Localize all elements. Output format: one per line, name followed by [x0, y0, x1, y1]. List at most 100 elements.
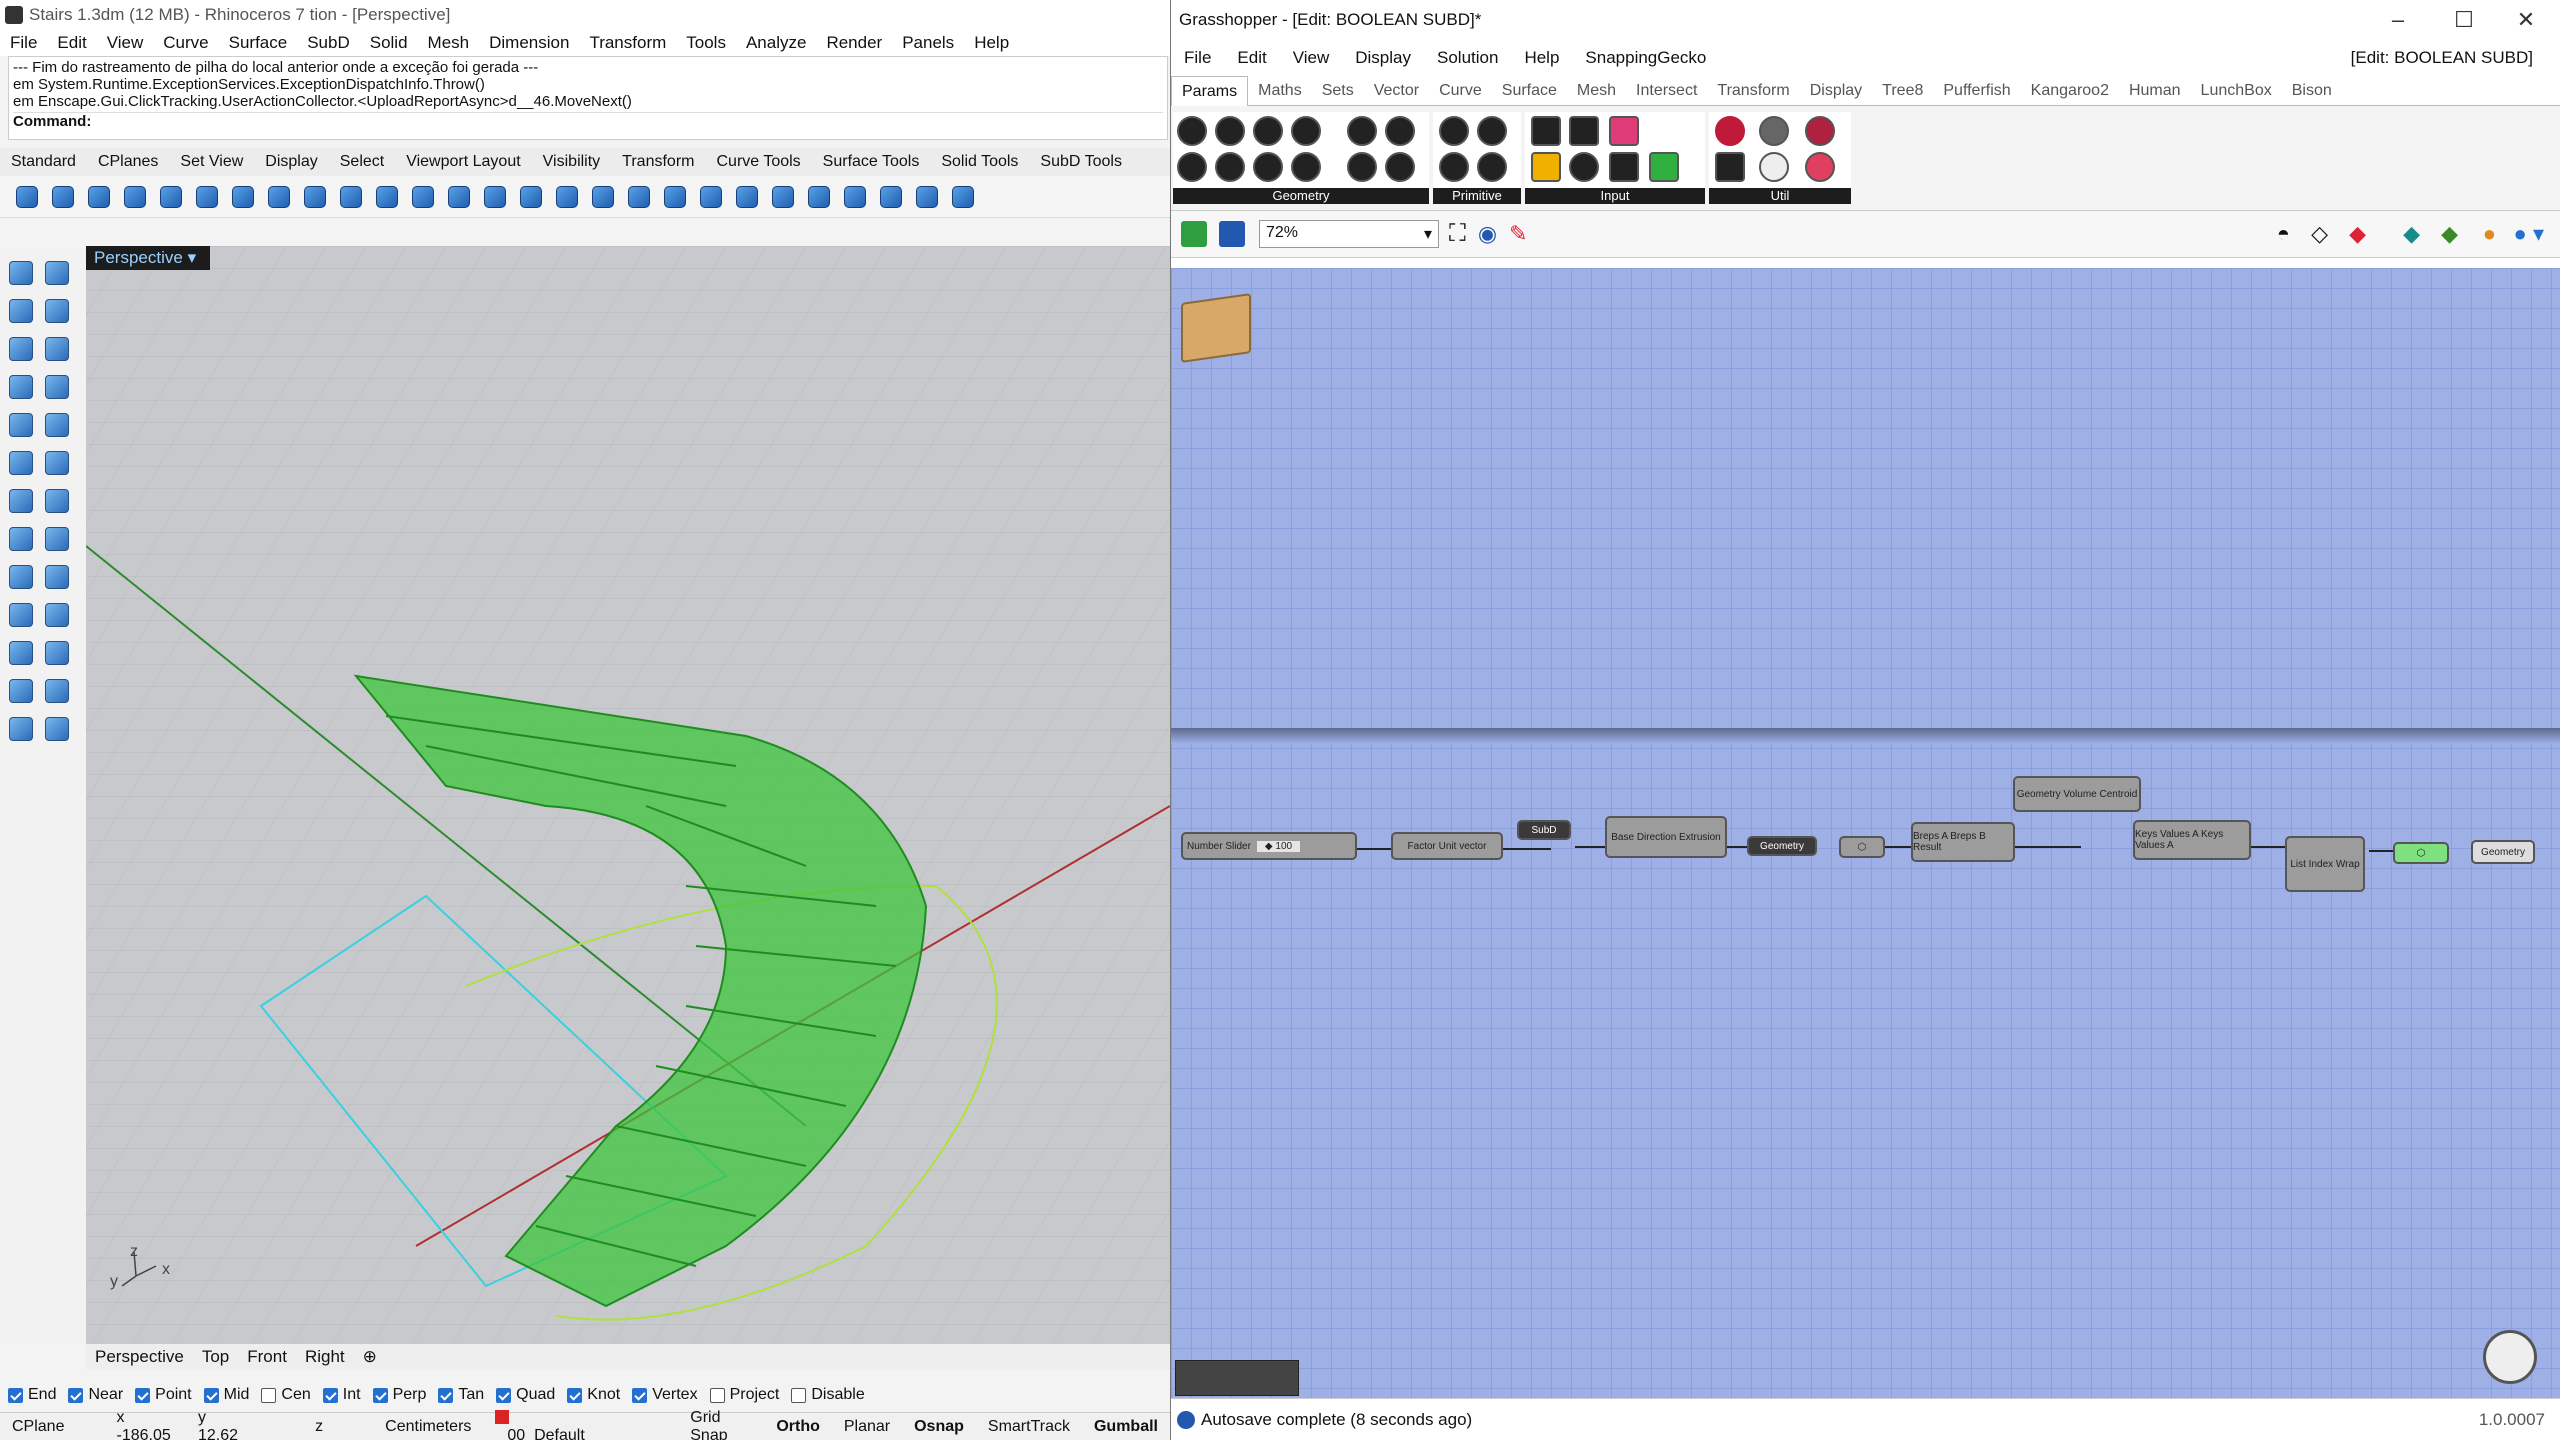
text-icon[interactable] — [42, 676, 72, 706]
gh-tab-bison[interactable]: Bison — [2282, 82, 2342, 100]
rotate-icon[interactable] — [42, 638, 72, 668]
ribbon-group-label[interactable]: Input — [1525, 188, 1705, 204]
loft-icon[interactable] — [408, 182, 438, 212]
subd-param[interactable]: SubD — [1517, 820, 1571, 840]
osnap-near[interactable]: Near — [68, 1386, 123, 1404]
number-param-icon[interactable] — [1439, 152, 1469, 182]
gh-menu-solution[interactable]: Solution — [1424, 48, 1511, 68]
viewport-tab-top[interactable]: Top — [193, 1347, 238, 1367]
menu-view[interactable]: View — [97, 33, 154, 53]
menu-tools[interactable]: Tools — [676, 33, 736, 53]
units-indicator[interactable]: Centimeters — [335, 1418, 483, 1436]
menu-render[interactable]: Render — [816, 33, 892, 53]
menu-surface[interactable]: Surface — [219, 33, 298, 53]
blend-icon[interactable] — [42, 486, 72, 516]
checkbox-icon[interactable] — [261, 1387, 277, 1403]
tab-display[interactable]: Display — [254, 153, 328, 171]
tab-visibility[interactable]: Visibility — [532, 153, 612, 171]
geometry-param-icon[interactable] — [1177, 116, 1207, 146]
trim-icon[interactable] — [42, 524, 72, 554]
ellipsoid-icon[interactable] — [228, 182, 258, 212]
properties-icon[interactable] — [42, 296, 72, 326]
menu-solid[interactable]: Solid — [360, 33, 418, 53]
menu-file[interactable]: File — [0, 33, 47, 53]
gh-document-label[interactable]: [Edit: BOOLEAN SUBD] — [2338, 48, 2546, 68]
patch-icon[interactable] — [516, 182, 546, 212]
tab-curve-tools[interactable]: Curve Tools — [705, 153, 811, 171]
checkbox-icon[interactable] — [791, 1387, 807, 1403]
tab-viewport-layout[interactable]: Viewport Layout — [395, 153, 531, 171]
osnap-toggle[interactable]: Osnap — [902, 1418, 976, 1436]
plugin-icon[interactable]: ◆ — [2441, 221, 2458, 247]
revolve-icon[interactable] — [480, 182, 510, 212]
open-file-icon[interactable] — [1181, 221, 1207, 247]
add-viewport-icon[interactable]: ⊕ — [354, 1347, 386, 1367]
integer-param-icon[interactable] — [1477, 116, 1507, 146]
viewport-scene[interactable]: y z x — [86, 246, 1170, 1344]
plane-param-icon[interactable] — [1215, 152, 1245, 182]
vector-param-icon[interactable] — [1253, 152, 1283, 182]
fillet-icon[interactable] — [336, 182, 366, 212]
box-icon[interactable] — [12, 182, 42, 212]
snap-icon[interactable] — [768, 182, 798, 212]
point-param-icon[interactable] — [1291, 152, 1321, 182]
checkbox-icon[interactable] — [135, 1387, 151, 1403]
line-param-icon[interactable] — [1177, 152, 1207, 182]
menu-panels[interactable]: Panels — [892, 33, 964, 53]
copy-icon[interactable] — [42, 600, 72, 630]
canvas-split-divider[interactable] — [1171, 728, 2560, 744]
osnap-perp[interactable]: Perp — [372, 1386, 426, 1404]
tab-set-view[interactable]: Set View — [169, 153, 254, 171]
gh-tab-maths[interactable]: Maths — [1248, 82, 1312, 100]
move-icon[interactable] — [6, 600, 36, 630]
gh-tab-lunchbox[interactable]: LunchBox — [2191, 82, 2282, 100]
viewport-title[interactable]: Perspective ▾ — [86, 246, 210, 270]
checkbox-icon[interactable] — [203, 1387, 219, 1403]
slider-track[interactable]: ◆ 100 — [1256, 840, 1301, 852]
cylinder-icon[interactable] — [156, 182, 186, 212]
shaded-preview-icon[interactable]: ◆ — [2349, 221, 2366, 247]
command-history[interactable]: --- Fim do rastreamento de pilha do loca… — [8, 56, 1168, 140]
unlock-icon[interactable] — [42, 714, 72, 744]
gh-menu-snappinggecko[interactable]: SnappingGecko — [1572, 48, 1719, 68]
boolean-difference-icon[interactable] — [624, 182, 654, 212]
volume-component[interactable]: Geometry Volume Centroid — [2013, 776, 2141, 812]
solid-icon[interactable] — [6, 372, 36, 402]
smarttrack-toggle[interactable]: SmartTrack — [976, 1418, 1082, 1436]
menu-analyze[interactable]: Analyze — [736, 33, 816, 53]
gh-tab-curve[interactable]: Curve — [1429, 82, 1492, 100]
gumball-toggle[interactable]: Gumball — [1082, 1418, 1170, 1436]
osnap-tan[interactable]: Tan — [438, 1386, 484, 1404]
gh-menu-help[interactable]: Help — [1511, 48, 1572, 68]
tab-cplanes[interactable]: CPlanes — [87, 153, 169, 171]
osnap-project[interactable]: Project — [709, 1386, 779, 1404]
sweep-icon[interactable] — [42, 448, 72, 478]
boolean-union-icon[interactable] — [588, 182, 618, 212]
toggle-icon[interactable] — [1569, 152, 1599, 182]
box-icon[interactable] — [48, 182, 78, 212]
checkbox-icon[interactable] — [8, 1387, 23, 1403]
extrude-icon[interactable] — [372, 182, 402, 212]
viewport-tab-right[interactable]: Right — [296, 1347, 354, 1367]
relay-param[interactable]: ⬡ — [2393, 842, 2449, 864]
tab-subd-tools[interactable]: SubD Tools — [1029, 153, 1133, 171]
gh-tab-pufferfish[interactable]: Pufferfish — [1933, 82, 2020, 100]
gh-tab-human[interactable]: Human — [2119, 82, 2191, 100]
ribbon-group-label[interactable]: Primitive — [1433, 188, 1521, 204]
array-icon[interactable] — [6, 638, 36, 668]
checkbox-icon[interactable] — [632, 1387, 648, 1403]
canvas-widget-icon[interactable] — [1175, 1360, 1299, 1396]
arrow-right-icon[interactable] — [1759, 116, 1789, 146]
explode-icon[interactable] — [42, 562, 72, 592]
minimize-icon[interactable]: – — [2368, 0, 2428, 40]
grid-icon[interactable] — [732, 182, 762, 212]
field-param-icon[interactable] — [1385, 152, 1415, 182]
osnap-vertex[interactable]: Vertex — [632, 1386, 698, 1404]
sweep-icon[interactable] — [444, 182, 474, 212]
gh-tab-sets[interactable]: Sets — [1312, 82, 1364, 100]
circle-param-icon[interactable] — [1215, 116, 1245, 146]
boolean-param-icon[interactable] — [1439, 116, 1469, 146]
osnap-knot[interactable]: Knot — [567, 1386, 620, 1404]
maximize-icon[interactable]: ☐ — [2434, 0, 2494, 40]
menu-subd[interactable]: SubD — [297, 33, 360, 53]
